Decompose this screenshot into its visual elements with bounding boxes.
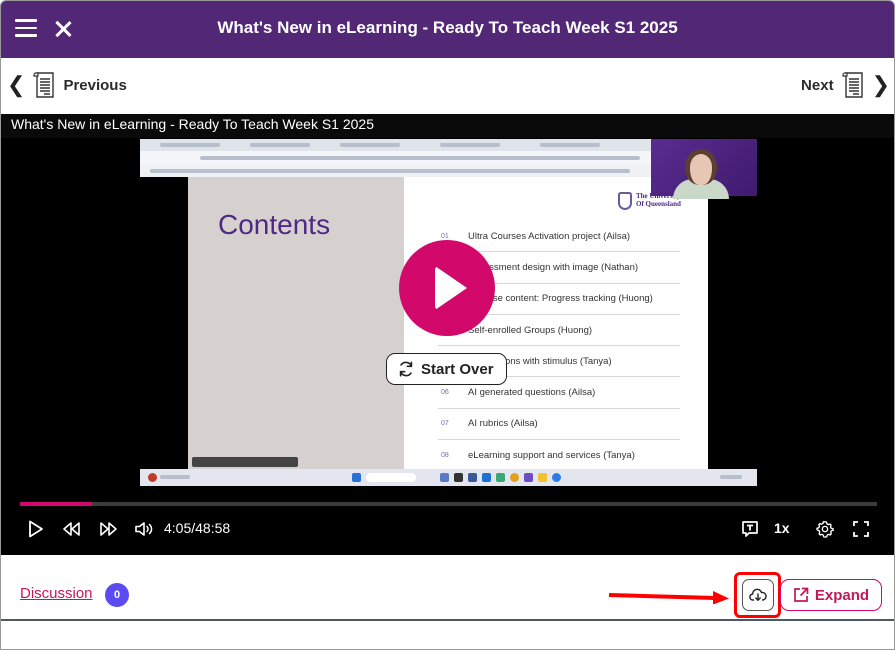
play-button[interactable]	[21, 514, 51, 544]
list-item: 08 eLearning support and services (Tanya)	[441, 450, 635, 462]
item-navigation: ❮ Previous Next ❯	[1, 58, 894, 114]
playback-speed-button[interactable]: 1x	[774, 520, 790, 536]
page-title: What's New in eLearning - Ready To Teach…	[217, 18, 678, 37]
presenter-webcam	[651, 139, 757, 199]
play-icon	[29, 520, 43, 538]
list-item: 07 AI rubrics (Ailsa)	[438, 409, 680, 441]
volume-button[interactable]	[129, 514, 159, 544]
media-viewer: What's New in eLearning - Ready To Teach…	[0, 0, 895, 650]
video-title: What's New in eLearning - Ready To Teach…	[11, 116, 374, 132]
player-controls: 4:05/48:58 1x	[1, 514, 894, 544]
expand-button[interactable]: Expand	[780, 579, 882, 611]
slide-title-panel: Contents	[188, 177, 404, 469]
chevron-left-icon: ❮	[7, 72, 26, 97]
seek-bar-played	[20, 502, 92, 506]
start-over-button[interactable]: Start Over	[386, 353, 507, 385]
play-overlay-button[interactable]	[399, 240, 495, 336]
fast-forward-button[interactable]	[93, 514, 123, 544]
document-icon	[841, 72, 864, 98]
settings-button[interactable]	[810, 514, 840, 544]
header-bar: What's New in eLearning - Ready To Teach…	[1, 1, 894, 58]
discussion-link[interactable]: Discussion	[20, 585, 93, 602]
footer-bar: Discussion 0 Expand	[1, 555, 894, 621]
bottom-spacer	[1, 622, 894, 649]
rewind-icon	[63, 522, 80, 536]
external-link-icon	[794, 587, 809, 602]
fullscreen-button[interactable]	[846, 514, 876, 544]
seek-bar[interactable]	[20, 502, 877, 506]
download-button[interactable]	[742, 579, 774, 611]
previous-label: Previous	[63, 76, 127, 94]
start-over-label: Start Over	[421, 360, 494, 378]
volume-icon	[135, 522, 153, 536]
annotation-arrow	[609, 591, 729, 604]
document-icon	[33, 72, 55, 98]
captions-button[interactable]	[735, 514, 765, 544]
recorded-taskbar	[140, 469, 757, 486]
recorded-slide-toolbar	[192, 457, 298, 467]
discussion-count-badge: 0	[105, 583, 129, 607]
rewind-button[interactable]	[57, 514, 87, 544]
slide-heading: Contents	[218, 209, 331, 240]
video-player[interactable]: What's New in eLearning - Ready To Teach…	[1, 114, 894, 555]
next-label: Next	[801, 76, 834, 94]
cloud-download-icon	[749, 588, 767, 602]
next-button[interactable]: Next ❯	[801, 72, 890, 98]
fullscreen-icon	[853, 521, 869, 537]
captions-icon	[742, 521, 758, 537]
gear-icon	[816, 520, 834, 538]
chevron-right-icon: ❯	[871, 72, 890, 97]
previous-button[interactable]: ❮ Previous	[7, 72, 127, 98]
expand-label: Expand	[814, 586, 870, 604]
refresh-icon	[399, 361, 413, 377]
time-display: 4:05/48:58	[164, 520, 231, 536]
fast-forward-icon	[100, 522, 117, 536]
